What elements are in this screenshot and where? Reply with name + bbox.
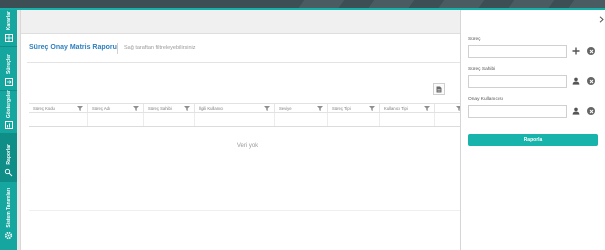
column-header-surec-adi[interactable]: Süreç Adı <box>88 104 144 112</box>
select-approver-button[interactable] <box>571 106 581 116</box>
filter-label-surec: Süreç <box>468 37 481 42</box>
filter-icon[interactable] <box>424 105 430 111</box>
filter-icon[interactable] <box>133 105 139 111</box>
sidebar-item-raporlar[interactable]: Raporlar <box>0 134 17 182</box>
indicator-icon <box>4 121 13 129</box>
filter-cell[interactable] <box>144 113 195 126</box>
grid-footer-rule <box>29 210 466 211</box>
filter-label-onay-kullanicisi: Onay Kullanıcısı <box>468 97 503 102</box>
filter-cell[interactable] <box>195 113 275 126</box>
filter-label-surec-sahibi: Süreç Sahibi <box>468 67 496 72</box>
filter-icon[interactable] <box>77 105 83 111</box>
chevron-right-icon <box>599 15 604 23</box>
sidebar-item-label: Sistem Tanımları <box>5 188 12 228</box>
filter-icon[interactable] <box>369 105 375 111</box>
process-icon <box>4 77 13 86</box>
grid-filter-row <box>29 113 466 127</box>
filter-icon[interactable] <box>264 105 270 111</box>
filter-cell[interactable] <box>328 113 380 126</box>
gear-icon <box>4 231 13 240</box>
clear-owner-button[interactable] <box>587 77 595 85</box>
user-icon <box>572 77 580 85</box>
column-title: Seviye <box>279 105 292 111</box>
filter-cell[interactable] <box>275 113 328 126</box>
filter-cell[interactable] <box>29 113 88 126</box>
close-icon <box>589 79 593 83</box>
filter-icon[interactable] <box>317 105 323 111</box>
grid-icon <box>4 33 13 42</box>
grid-header-row: Süreç Kodu Süreç Adı Süreç Sahibi İlgili… <box>29 103 466 113</box>
close-icon <box>589 109 593 113</box>
sidebar-item-gostergeler[interactable]: Göstergeler <box>0 89 17 134</box>
toolbar-strip <box>21 10 461 34</box>
filter-cell[interactable] <box>380 113 435 126</box>
filter-cell[interactable] <box>88 113 144 126</box>
column-title: Süreç Tipi <box>332 105 351 111</box>
report-panel: Süreç Onay Matris Raporu Sağ taraftan fi… <box>20 10 466 250</box>
empty-state-message: Veri yok <box>236 143 259 149</box>
reports-icon <box>4 168 13 177</box>
clear-process-button[interactable] <box>587 47 595 55</box>
export-button[interactable] <box>433 83 445 95</box>
process-field[interactable] <box>468 45 567 58</box>
sidebar-nav: Kararlar Süreçler Göstergeler Raporlar S… <box>0 10 17 250</box>
add-process-button[interactable] <box>571 46 581 56</box>
column-title: Süreç Adı <box>92 105 111 111</box>
column-header-kullanici-tipi[interactable]: Kullanıcı Tipi <box>380 104 435 112</box>
title-divider <box>117 43 118 54</box>
column-title: Süreç Sahibi <box>148 105 172 111</box>
document-icon <box>436 80 442 98</box>
sidebar-item-label: Göstergeler <box>5 89 12 118</box>
sidebar-item-label: Kararlar <box>5 10 12 30</box>
select-owner-button[interactable] <box>571 76 581 86</box>
filter-icon[interactable] <box>184 105 190 111</box>
column-title: Kullanıcı Tipi <box>384 105 408 111</box>
column-title: İlgili Kullanıcı <box>199 105 224 111</box>
sidebar-item-sistem-tanimlari[interactable]: Sistem Tanımları <box>0 182 17 244</box>
title-rule <box>27 62 466 63</box>
filter-panel: Süreç Süreç Sahibi Onay Kullanıcısı Rapo… <box>460 10 605 250</box>
column-header-surec-tipi[interactable]: Süreç Tipi <box>328 104 380 112</box>
sidebar-item-label: Süreçler <box>5 53 12 74</box>
process-owner-field[interactable] <box>468 75 567 88</box>
plus-icon <box>572 47 580 55</box>
sidebar-item-label: Raporlar <box>5 144 12 165</box>
clear-approver-button[interactable] <box>587 107 595 115</box>
column-header-seviye[interactable]: Seviye <box>275 104 328 112</box>
page-subtitle: Sağ taraftan filtreleyebilirsiniz <box>124 45 196 51</box>
run-report-button[interactable]: Raporla <box>468 134 598 146</box>
close-icon <box>589 49 593 53</box>
collapse-panel-button[interactable] <box>597 15 605 23</box>
page-title: Süreç Onay Matris Raporu <box>29 44 117 51</box>
sidebar-item-surecler[interactable]: Süreçler <box>0 47 17 91</box>
column-title: Süreç Kodu <box>33 105 55 111</box>
sidebar-item-kararlar[interactable]: Kararlar <box>0 10 17 47</box>
column-header-surec-sahibi[interactable]: Süreç Sahibi <box>144 104 195 112</box>
approver-field[interactable] <box>468 105 567 118</box>
column-header-surec-kodu[interactable]: Süreç Kodu <box>29 104 88 112</box>
column-header-ilgili-kullanici[interactable]: İlgili Kullanıcı <box>195 104 275 112</box>
user-icon <box>572 107 580 115</box>
